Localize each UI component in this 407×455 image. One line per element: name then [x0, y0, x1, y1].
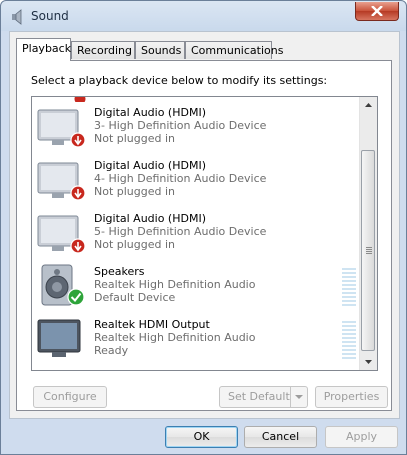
button-label: OK: [193, 430, 210, 443]
button-label: Apply: [345, 430, 378, 443]
device-description: 5- High Definition Audio Device: [94, 225, 267, 238]
chevron-down-icon[interactable]: [290, 387, 307, 407]
title-bar[interactable]: Sound: [1, 1, 406, 31]
button-label: Configure: [43, 390, 97, 403]
device-name: Digital Audio (HDMI): [94, 159, 206, 172]
set-default-button[interactable]: Set Default: [219, 386, 308, 408]
monitor-icon: [37, 319, 81, 357]
sound-dialog: Sound Playback Recording Sounds Communic…: [0, 0, 407, 455]
grip-icon: [366, 247, 372, 254]
tab-label: Playback: [22, 42, 72, 55]
button-label: Set Default: [228, 390, 290, 403]
window-title: Sound: [31, 9, 69, 23]
list-item[interactable]: Realtek HDMI Output Realtek High Definit…: [32, 309, 362, 362]
device-description: 4- High Definition Audio Device: [94, 172, 267, 185]
monitor-unplugged-icon: [37, 162, 86, 201]
list-item[interactable]: Digital Audio (HDMI) 5- High Definition …: [32, 203, 362, 256]
device-description: 3- High Definition Audio Device: [94, 119, 267, 132]
cancel-button[interactable]: Cancel: [244, 426, 317, 448]
properties-button[interactable]: Properties: [315, 386, 388, 408]
chevron-up-icon: [365, 103, 372, 107]
device-name: Digital Audio (HDMI): [94, 212, 206, 225]
vertical-scrollbar[interactable]: [359, 97, 377, 370]
device-status: Not plugged in: [94, 185, 176, 198]
speaker-default-icon: [41, 264, 85, 306]
device-description: Realtek High Definition Audio: [94, 278, 256, 291]
chevron-down-icon: [365, 360, 372, 364]
device-name: Speakers: [94, 265, 145, 278]
button-label: Properties: [323, 390, 380, 403]
instruction-text: Select a playback device below to modify…: [31, 74, 328, 87]
tab-label: Sounds: [141, 44, 182, 57]
close-button[interactable]: [355, 2, 399, 21]
device-status: Default Device: [94, 291, 176, 304]
apply-button[interactable]: Apply: [325, 426, 398, 448]
tab-playback[interactable]: Playback: [16, 38, 71, 61]
ok-button[interactable]: OK: [165, 426, 238, 448]
scrollbar-thumb[interactable]: [361, 150, 375, 351]
scroll-up-button[interactable]: [360, 97, 377, 114]
device-status: Not plugged in: [94, 238, 176, 251]
device-description: Realtek High Definition Audio: [94, 331, 256, 344]
volume-meter: [342, 321, 356, 359]
list-item[interactable]: Speakers Realtek High Definition Audio D…: [32, 256, 362, 309]
tab-sounds[interactable]: Sounds: [135, 41, 185, 59]
volume-meter: [342, 268, 356, 306]
device-status: Ready: [94, 344, 129, 357]
tab-communications[interactable]: Communications: [185, 41, 283, 59]
speaker-icon: [10, 9, 26, 25]
tab-label: Communications: [191, 44, 284, 57]
configure-button[interactable]: Configure: [33, 386, 107, 408]
monitor-unplugged-icon: [37, 215, 86, 254]
list-item[interactable]: Digital Audio (HDMI) 3- High Definition …: [32, 97, 362, 150]
tab-recording[interactable]: Recording: [71, 41, 135, 59]
scroll-down-button[interactable]: [360, 353, 377, 370]
device-status: Not plugged in: [94, 132, 176, 145]
list-item[interactable]: Digital Audio (HDMI) 4- High Definition …: [32, 150, 362, 203]
playback-panel: Select a playback device below to modify…: [16, 60, 392, 411]
device-name: Realtek HDMI Output: [94, 318, 210, 331]
device-list[interactable]: Digital Audio (HDMI) 3- High Definition …: [31, 96, 378, 371]
monitor-unplugged-icon: [37, 109, 86, 148]
button-label: Cancel: [261, 430, 300, 443]
device-name: Digital Audio (HDMI): [94, 106, 206, 119]
client-area: Playback Recording Sounds Communications…: [9, 31, 400, 419]
tab-label: Recording: [77, 44, 133, 57]
close-icon: [371, 6, 383, 16]
